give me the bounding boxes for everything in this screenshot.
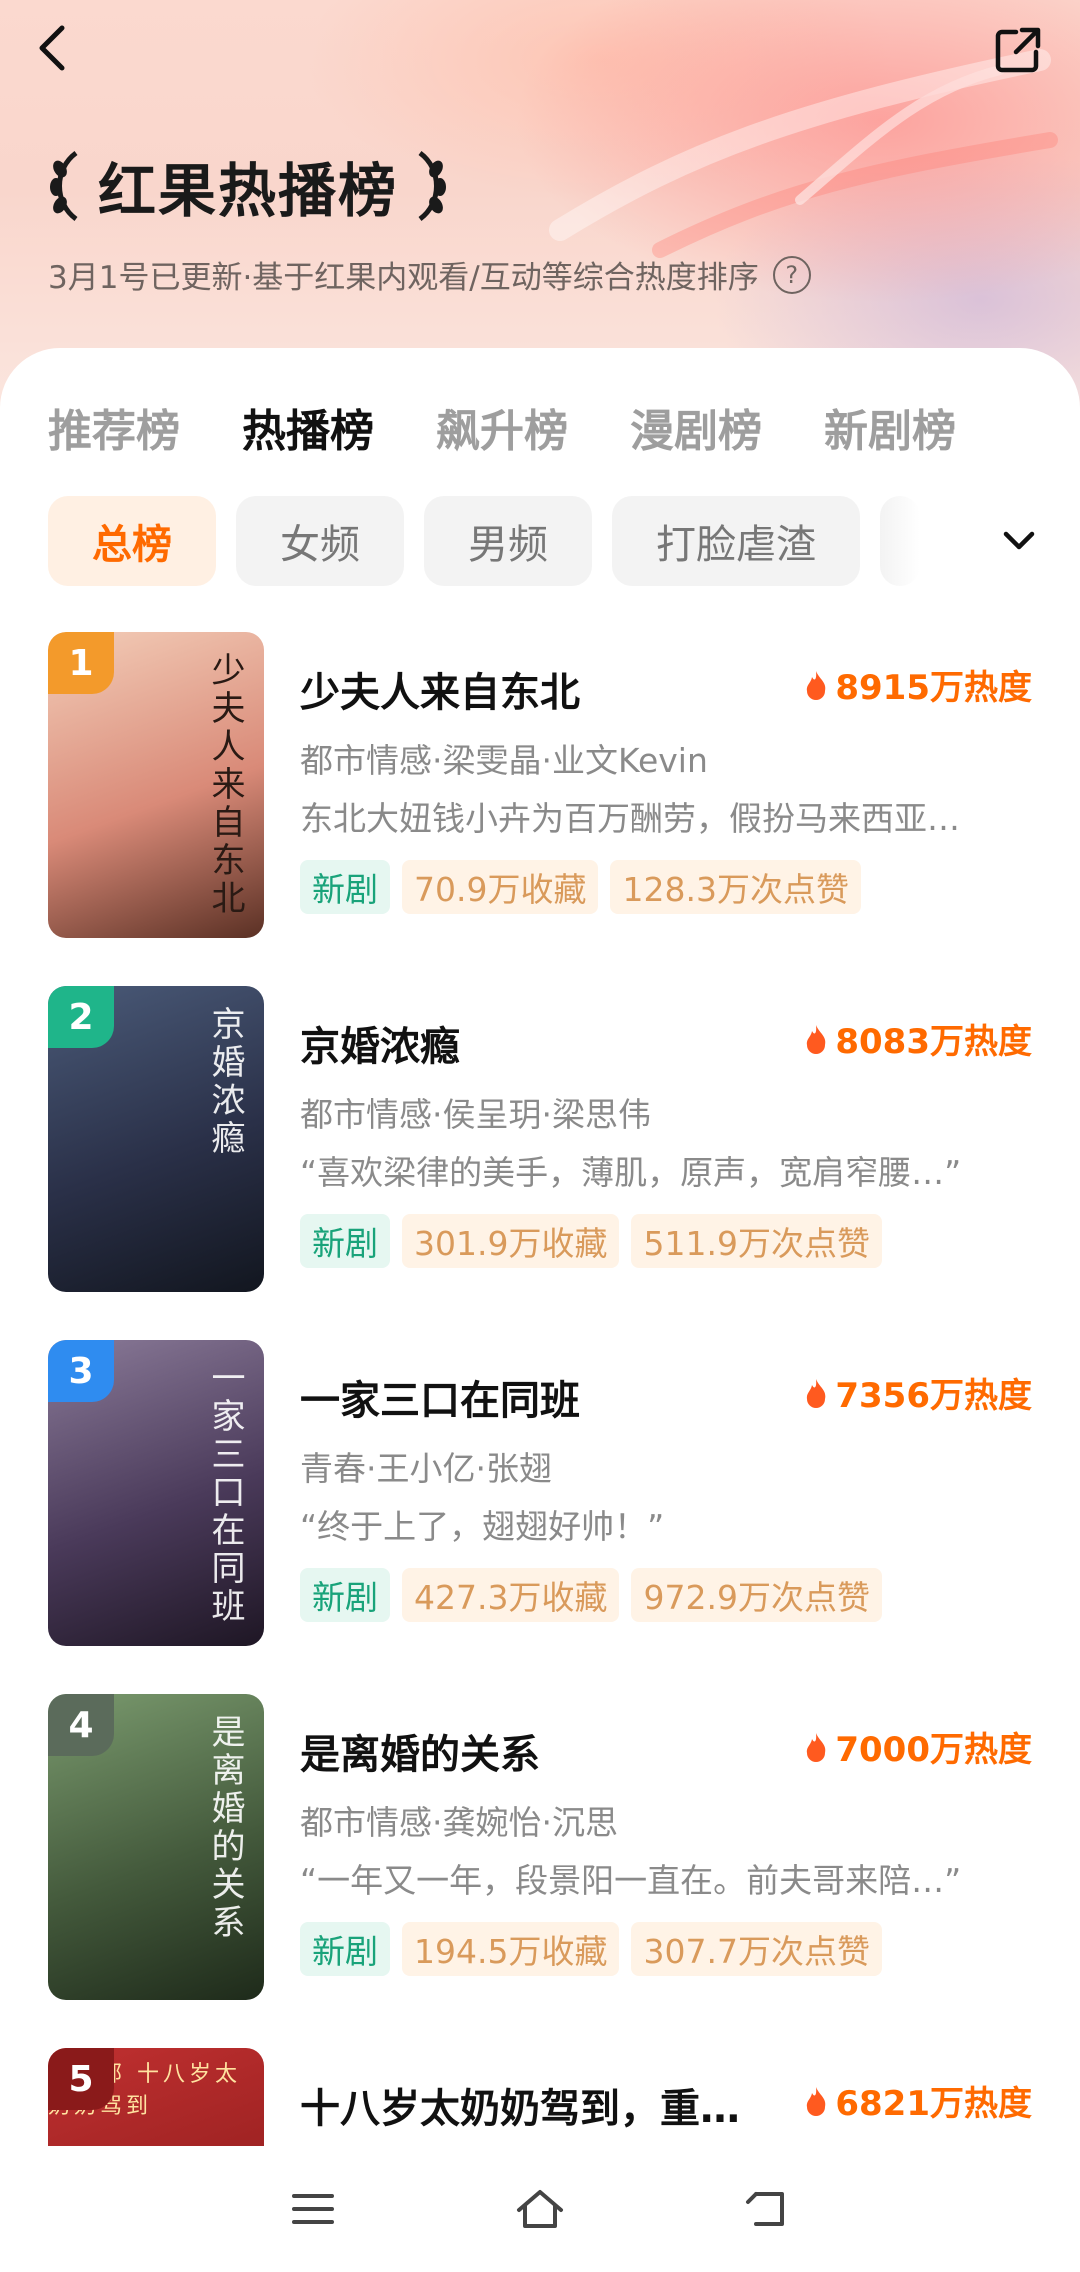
- drama-poster[interactable]: 第四部 十八岁太奶奶驾到 5: [48, 2048, 264, 2158]
- drama-title: 少夫人来自东北: [300, 670, 580, 716]
- list-item[interactable]: 第四部 十八岁太奶奶驾到 5 十八岁太奶奶驾到，重… 6821万热度: [48, 2048, 1032, 2158]
- rank-badge: 4: [48, 1694, 114, 1756]
- tab-comic[interactable]: 漫剧榜: [630, 395, 762, 459]
- ranking-tabs: 推荐榜 热播榜 飙升榜 漫剧榜 新剧榜: [48, 395, 956, 459]
- poster-title: 一家三口在同班: [205, 1360, 245, 1626]
- flame-icon: [807, 1024, 826, 1054]
- rank-badge: 1: [48, 632, 114, 694]
- share-icon: [995, 27, 1041, 73]
- rank-badge: 5: [48, 2048, 114, 2110]
- drama-title: 一家三口在同班: [300, 1378, 580, 1424]
- subtitle-text: 3月1号已更新·基于红果内观看/互动等综合热度排序: [48, 260, 759, 296]
- drama-title: 是离婚的关系: [300, 1732, 540, 1778]
- item-info: 十八岁太奶奶驾到，重… 6821万热度: [300, 2048, 1032, 2158]
- drama-meta: 都市情感·龚婉怡·沉思: [300, 1803, 618, 1842]
- rank-badge: 3: [48, 1340, 114, 1402]
- flame-icon: [807, 1732, 826, 1762]
- heat-text: 6821万热度: [835, 2084, 1032, 2124]
- favorites-count: 194.5万收藏: [402, 1922, 620, 1976]
- back-button[interactable]: [24, 18, 84, 78]
- drama-poster[interactable]: 少夫人来自东北 1: [48, 632, 264, 938]
- laurel-right-icon: [418, 150, 447, 222]
- menu-icon[interactable]: [286, 2182, 340, 2236]
- tag-row: 新剧 194.5万收藏 307.7万次点赞: [300, 1922, 882, 1976]
- laurel-left-icon: [50, 150, 78, 222]
- drama-title: 京婚浓瘾: [300, 1024, 460, 1070]
- poster-title: 是离婚的关系: [205, 1714, 245, 1942]
- flame-icon: [807, 670, 826, 700]
- new-badge: 新剧: [300, 860, 390, 914]
- drama-description: “一年又一年，段景阳一直在。前夫哥来陪…”: [300, 1861, 962, 1900]
- item-info: 京婚浓瘾 8083万热度 都市情感·侯呈玥·梁思伟 “喜欢梁律的美手，薄肌，原声…: [300, 986, 1032, 1292]
- page-title: 红果热播榜: [98, 157, 399, 225]
- heat-text: 8083万热度: [835, 1022, 1032, 1062]
- drama-poster[interactable]: 是离婚的关系 4: [48, 1694, 264, 2000]
- back-nav-icon[interactable]: [740, 2182, 794, 2236]
- tab-new[interactable]: 新剧榜: [824, 395, 956, 459]
- drama-meta: 都市情感·侯呈玥·梁思伟: [300, 1095, 651, 1134]
- filter-overall[interactable]: 总榜: [48, 496, 216, 586]
- list-item[interactable]: 一家三口在同班 3 一家三口在同班 7356万热度 青春·王小亿·张翅 “终于上…: [48, 1340, 1032, 1694]
- drama-description: “终于上了，翅翅好帅！”: [300, 1507, 665, 1546]
- tag-row: 新剧 301.9万收藏 511.9万次点赞: [300, 1214, 882, 1268]
- tab-rising[interactable]: 飙升榜: [436, 395, 568, 459]
- heat-score: 7356万热度: [803, 1368, 1032, 1417]
- tag-row: 新剧 427.3万收藏 972.9万次点赞: [300, 1568, 882, 1622]
- help-icon[interactable]: ?: [772, 255, 811, 294]
- heat-score: 7000万热度: [803, 1722, 1032, 1771]
- share-button[interactable]: [988, 20, 1048, 80]
- heat-score: 8083万热度: [803, 1014, 1032, 1063]
- poster-title: 京婚浓瘾: [205, 1006, 245, 1158]
- heat-text: 8915万热度: [835, 668, 1032, 708]
- chevron-down-icon: [1003, 531, 1035, 550]
- filter-more[interactable]: [880, 496, 920, 586]
- title-row: 红果热播榜: [46, 146, 450, 226]
- poster-title: 少夫人来自东北: [205, 652, 245, 918]
- flame-icon: [807, 2086, 826, 2116]
- home-icon[interactable]: [513, 2182, 567, 2236]
- new-badge: 新剧: [300, 1568, 390, 1622]
- filter-revenge[interactable]: 打脸虐渣: [612, 496, 860, 586]
- filter-female[interactable]: 女频: [236, 496, 404, 586]
- item-info: 是离婚的关系 7000万热度 都市情感·龚婉怡·沉思 “一年又一年，段景阳一直在…: [300, 1694, 1032, 2000]
- new-badge: 新剧: [300, 1922, 390, 1976]
- system-nav-bar: [0, 2146, 1080, 2272]
- likes-count: 511.9万次点赞: [631, 1214, 882, 1268]
- tab-hot[interactable]: 热播榜: [242, 395, 374, 459]
- list-item[interactable]: 是离婚的关系 4 是离婚的关系 7000万热度 都市情感·龚婉怡·沉思 “一年又…: [48, 1694, 1032, 2048]
- drama-meta: 都市情感·梁雯晶·业文Kevin: [300, 741, 708, 780]
- item-info: 少夫人来自东北 8915万热度 都市情感·梁雯晶·业文Kevin 东北大妞钱小卉…: [300, 632, 1032, 938]
- rank-badge: 2: [48, 986, 114, 1048]
- banner-decoration: [549, 49, 1058, 258]
- tab-recommended[interactable]: 推荐榜: [48, 395, 180, 459]
- filter-dropdown-button[interactable]: [994, 516, 1044, 566]
- likes-count: 972.9万次点赞: [631, 1568, 882, 1622]
- drama-poster[interactable]: 京婚浓瘾 2: [48, 986, 264, 1292]
- favorites-count: 301.9万收藏: [402, 1214, 620, 1268]
- list-item[interactable]: 京婚浓瘾 2 京婚浓瘾 8083万热度 都市情感·侯呈玥·梁思伟 “喜欢梁律的美…: [48, 986, 1032, 1340]
- heat-score: 8915万热度: [803, 660, 1032, 709]
- likes-count: 307.7万次点赞: [631, 1922, 882, 1976]
- filter-male[interactable]: 男频: [424, 496, 592, 586]
- drama-meta: 青春·王小亿·张翅: [300, 1449, 552, 1488]
- drama-poster[interactable]: 一家三口在同班 3: [48, 1340, 264, 1646]
- drama-description: “喜欢梁律的美手，薄肌，原声，宽肩窄腰…”: [300, 1153, 962, 1192]
- heat-text: 7000万热度: [835, 1730, 1032, 1770]
- chevron-left-icon: [39, 25, 65, 71]
- heat-score: 6821万热度: [803, 2076, 1032, 2125]
- flame-icon: [807, 1378, 826, 1408]
- tag-row: 新剧 70.9万收藏 128.3万次点赞: [300, 860, 861, 914]
- page-subtitle: 3月1号已更新·基于红果内观看/互动等综合热度排序 ?: [48, 252, 811, 297]
- filter-chips: 总榜 女频 男频 打脸虐渣: [48, 496, 920, 586]
- ranking-list: 少夫人来自东北 1 少夫人来自东北 8915万热度 都市情感·梁雯晶·业文Kev…: [48, 632, 1032, 2158]
- drama-description: 东北大妞钱小卉为百万酬劳，假扮马来西亚…: [300, 799, 960, 838]
- list-item[interactable]: 少夫人来自东北 1 少夫人来自东北 8915万热度 都市情感·梁雯晶·业文Kev…: [48, 632, 1032, 986]
- likes-count: 128.3万次点赞: [610, 860, 861, 914]
- heat-text: 7356万热度: [835, 1376, 1032, 1416]
- drama-title: 十八岁太奶奶驾到，重…: [300, 2086, 740, 2132]
- favorites-count: 70.9万收藏: [402, 860, 599, 914]
- new-badge: 新剧: [300, 1214, 390, 1268]
- favorites-count: 427.3万收藏: [402, 1568, 620, 1622]
- item-info: 一家三口在同班 7356万热度 青春·王小亿·张翅 “终于上了，翅翅好帅！” 新…: [300, 1340, 1032, 1646]
